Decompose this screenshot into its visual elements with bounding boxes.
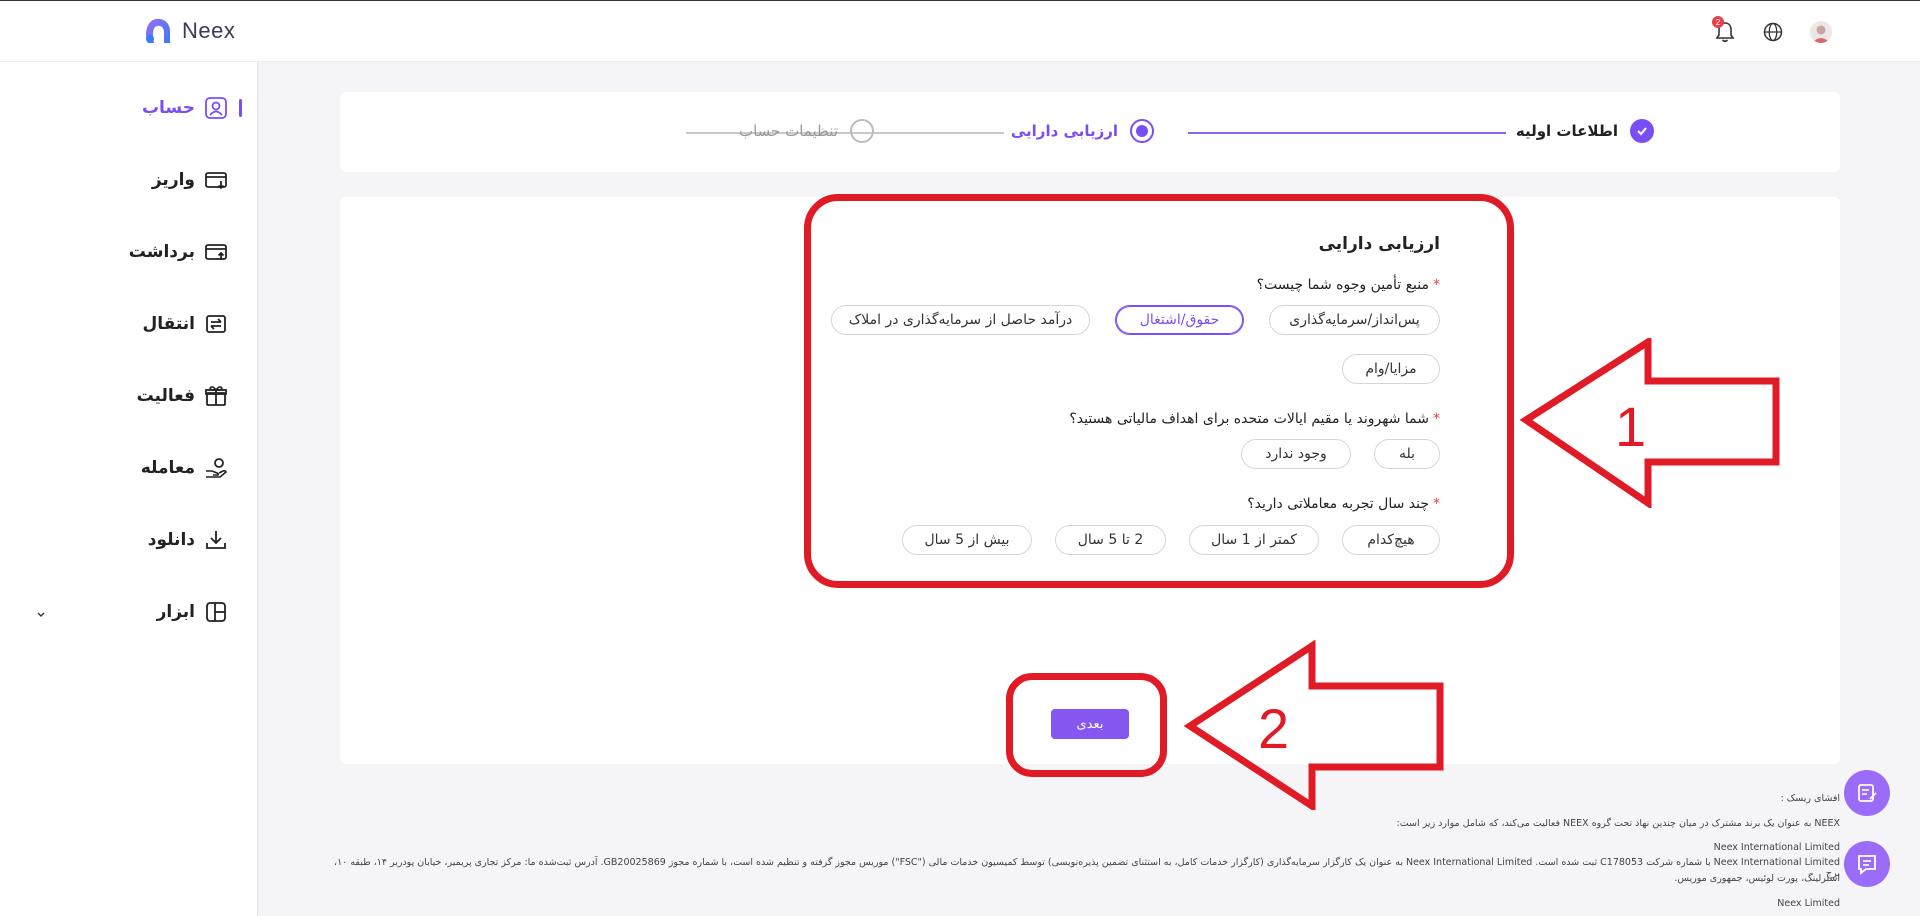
annotation-box-next [1006,673,1167,777]
step-label: تنظیمات حساب [738,122,838,140]
language-selector[interactable] [1760,19,1786,45]
sidebar-item-download[interactable]: دانلود [148,525,229,555]
active-indicator [239,99,242,117]
chevron-down-icon[interactable] [34,607,48,621]
risk-disclosure-title: افشای ریسک : [1780,793,1840,804]
sidebar-item-account[interactable]: حساب [142,93,229,123]
transfer-icon [203,311,229,337]
sidebar-item-transfer[interactable]: انتقال [142,309,229,339]
notification-badge: 2 [1712,16,1724,28]
edit-note-icon [1858,784,1877,802]
step-basic-info[interactable]: اطلاعات اولیه [1516,119,1654,143]
trade-icon [203,455,229,481]
user-icon [203,95,229,121]
annotation-number-2: 2 [1258,697,1289,760]
step-asset-evaluation[interactable]: ارزیابی دارایی [1011,119,1154,143]
sidebar-item-label: انتقال [142,314,195,334]
step-label: ارزیابی دارایی [1010,122,1118,140]
sidebar-item-label: واریز [151,170,195,190]
pending-step-icon [850,119,874,143]
annotation-number-1: 1 [1615,395,1646,458]
sidebar-item-label: ابزار [156,602,195,622]
footer-line-2: Neex International Limited با شماره شرکت… [334,857,1840,879]
check-icon [1630,119,1654,143]
current-step-icon [1130,119,1154,143]
footer-entity-2: Neex Limited [1777,898,1840,909]
globe-icon [1763,22,1783,42]
brand-logo[interactable]: Neex [142,15,235,47]
user-avatar[interactable] [1810,21,1832,43]
step-label: اطلاعات اولیه [1515,122,1618,140]
chat-button[interactable] [1844,841,1890,887]
withdraw-icon [203,239,229,265]
sidebar-item-deposit[interactable]: واریز [152,165,229,195]
brand-name: Neex [182,18,236,43]
sidebar: حساب واریز برداشت انتقال فعالیت معامله د… [0,62,258,916]
sidebar-item-withdraw[interactable]: برداشت [129,237,229,267]
top-header: Neex 2 [0,0,1920,62]
sidebar-item-label: حساب [141,98,195,118]
sidebar-item-label: معامله [140,458,195,478]
annotation-box-form [804,194,1514,588]
chat-icon [1858,855,1876,875]
footer-entity-1: Neex International Limited [1713,842,1840,853]
sidebar-item-activity[interactable]: فعالیت [137,381,229,411]
feedback-button[interactable] [1844,770,1890,816]
step-account-settings[interactable]: تنظیمات حساب [739,119,874,143]
neex-logo-icon [142,15,176,47]
tools-icon [203,599,229,625]
download-icon [203,527,229,553]
annotation-arrow-1: 1 [1520,338,1780,508]
footer-line-1: NEEX به عنوان یک برند مشترک در میان چندی… [1396,818,1840,829]
footer-line-3: استرلینگ، پورت لوئیس، جمهوری موریس. [1674,873,1840,884]
annotation-arrow-2: 2 [1184,640,1444,810]
step-connector-done [1188,132,1506,134]
sidebar-item-label: دانلود [147,530,195,550]
sidebar-item-label: برداشت [128,242,195,262]
notification-bell[interactable]: 2 [1712,16,1738,45]
progress-stepper: اطلاعات اولیه ارزیابی دارایی تنظیمات حسا… [340,92,1840,172]
deposit-icon [203,167,229,193]
sidebar-item-trade[interactable]: معامله [141,453,229,483]
sidebar-item-tools[interactable]: ابزار [157,597,229,627]
gift-icon [203,383,229,409]
sidebar-item-label: فعالیت [136,386,195,406]
avatar-icon [1810,21,1832,43]
